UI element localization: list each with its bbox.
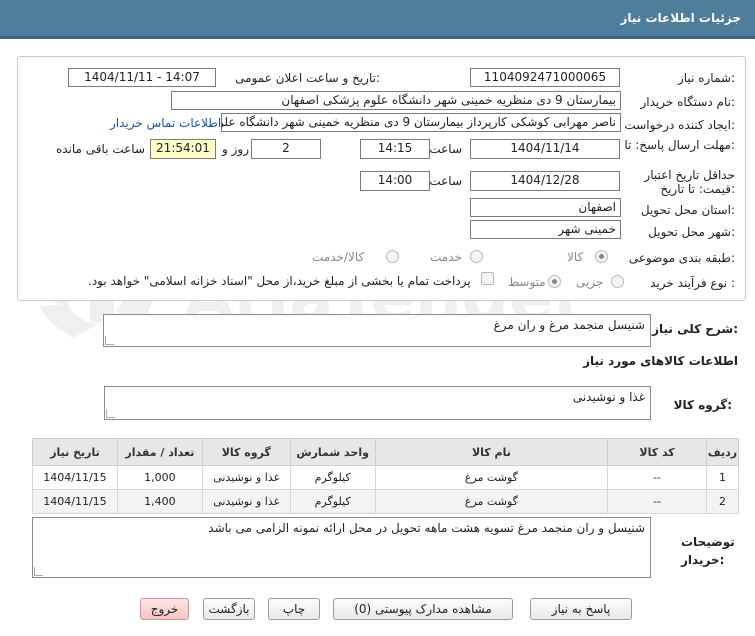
buyer-notes-text: شنیسل و ران منجمد مرغ تسویه هشت ماهه تحو… [208,521,645,535]
process-medium-label: متوسط [508,275,546,289]
col-header-goods-code: کد کالا [607,438,707,466]
goods-info-heading: اطلاعات کالاهای مورد نیاز [583,354,738,368]
goods-group-text: غذا و نوشیدنی [572,390,645,404]
col-header-unit: واحد شمارش [289,438,376,466]
need-summary-text: شنیسل منجمد مرغ و ران مرغ [493,318,645,332]
goods-table: تاریخ نیاز تعداد / مقدار گروه کالا واحد … [32,438,740,514]
reply-to-need-button[interactable]: پاسخ به نیاز [530,598,632,620]
validity-time-field[interactable]: 14:00 [360,171,430,191]
remaining-time-label: ساعت باقی مانده [55,142,145,156]
process-minor-radio[interactable] [611,275,624,288]
process-type-label: نوع فرآیند خرید : [650,276,735,290]
table-header-row: تاریخ نیاز تعداد / مقدار گروه کالا واحد … [32,438,740,466]
resize-grip-icon[interactable] [106,409,115,418]
city-field[interactable]: خمینی شهر [470,220,621,239]
col-header-quantity: تعداد / مقدار [116,438,203,466]
category-goods-radio[interactable] [595,250,608,263]
cell-row-number: 1 [705,465,740,490]
category-goods-service-radio[interactable] [386,250,399,263]
category-goods-label: کالا [567,250,584,264]
view-attachments-button[interactable]: مشاهده مدارک پیوستی (0) [333,598,513,620]
col-header-row: ردیف [705,438,740,466]
exit-button[interactable]: خروج [140,598,189,620]
announce-datetime-field[interactable]: 1404/11/11 - 14:07 [68,68,216,87]
buyer-notes-label: توضیحات خریدار: [681,535,735,567]
announce-datetime-label: تاریخ و ساعت اعلان عمومی: [235,71,380,85]
validity-time-label: ساعت [429,174,462,188]
days-label: روز و [222,142,249,156]
table-row[interactable]: 1404/11/15 1,400 غذا و نوشیدنی کیلوگرم گ… [32,489,740,514]
cell-goods-name: گوشت مرغ [374,465,609,490]
cell-unit: کیلوگرم [289,489,376,514]
remaining-time-field[interactable]: 21:54:01 [150,139,216,159]
creator-label: ایجاد کننده درخواست: [624,118,735,132]
cell-goods-name: گوشت مرغ [374,489,609,514]
need-number-field[interactable]: 1104092471000065 [470,68,620,87]
province-label: استان محل تحویل: [640,203,735,217]
buyer-org-field[interactable]: بیمارستان 9 دی منظریه خمینی شهر دانشگاه … [171,91,621,110]
window-title: جزئیات اطلاعات نیاز [620,11,741,25]
col-header-goods-name: نام کالا [374,438,609,466]
process-minor-label: جزیی [576,275,604,289]
cell-goods-code: -- [607,489,707,514]
cell-row-number: 2 [705,489,740,514]
buyer-notes-field[interactable]: شنیسل و ران منجمد مرغ تسویه هشت ماهه تحو… [32,517,651,578]
days-remaining-field[interactable]: 2 [251,139,321,159]
col-header-need-date: تاریخ نیاز [32,438,118,466]
cell-goods-group: غذا و نوشیدنی [201,465,291,490]
category-label: طبقه بندی موضوعی: [628,251,735,265]
buyer-org-label: نام دستگاه خریدار: [640,95,736,109]
print-button[interactable]: چاپ [268,598,320,620]
cell-need-date: 1404/11/15 [32,465,118,490]
buyer-contact-link[interactable]: اطلاعات تماس خریدار [110,116,221,130]
category-service-radio[interactable] [470,250,483,263]
goods-group-field[interactable]: غذا و نوشیدنی [104,386,651,420]
category-service-label: خدمت [430,250,462,264]
validity-label: حداقل تاریخ اعتبار قیمت: تا تاریخ: [644,168,735,196]
resize-grip-icon[interactable] [105,336,114,345]
validity-date-field[interactable]: 1404/12/28 [470,171,620,191]
treasury-payment-checkbox[interactable] [481,272,494,285]
cell-quantity: 1,400 [116,489,203,514]
cell-goods-group: غذا و نوشیدنی [201,489,291,514]
goods-group-label: گروه کالا: [673,398,732,412]
need-number-label: شماره نیاز: [677,71,735,85]
window-titlebar: جزئیات اطلاعات نیاز [0,0,755,39]
cell-goods-code: -- [607,465,707,490]
cell-quantity: 1,000 [116,465,203,490]
need-summary-field[interactable]: شنیسل منجمد مرغ و ران مرغ [103,314,651,347]
province-field[interactable]: اصفهان [470,198,621,217]
city-label: شهر محل تحویل: [648,225,735,239]
category-goods-service-label: کالا/خدمت [312,250,365,264]
process-medium-radio[interactable] [548,275,561,288]
treasury-payment-note: پرداخت تمام یا بخشی از مبلغ خرید،از محل … [88,274,471,288]
need-summary-label: شرح کلی نیاز: [652,322,738,336]
col-header-goods-group: گروه کالا [201,438,291,466]
cell-unit: کیلوگرم [289,465,376,490]
creator-field[interactable]: ناصر مهرابی کوشکی کارپرداز بیمارستان 9 د… [221,113,621,132]
resize-grip-icon[interactable] [34,567,43,576]
table-row[interactable]: 1404/11/15 1,000 غذا و نوشیدنی کیلوگرم گ… [32,465,740,490]
deadline-time-field[interactable]: 14:15 [360,139,430,159]
back-button[interactable]: بازگشت [203,598,255,620]
deadline-time-label: ساعت [429,142,462,156]
deadline-date-field[interactable]: 1404/11/14 [470,139,620,159]
cell-need-date: 1404/11/15 [32,489,118,514]
